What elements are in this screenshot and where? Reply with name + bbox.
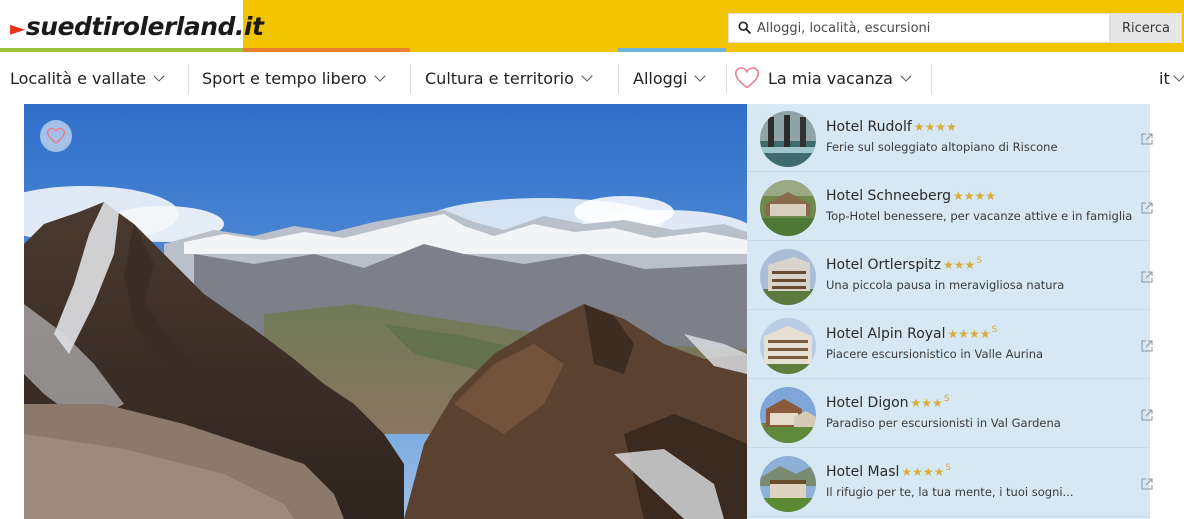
- top-bar: ►suedtirolerland.it Ricerca: [0, 0, 1184, 52]
- hotel-name-text: Hotel Ortlerspitz: [826, 257, 941, 273]
- hotel-superior: S: [991, 325, 998, 335]
- hotel-item[interactable]: Hotel Rudolf ★★★★ Ferie sul soleggiato al…: [747, 104, 1153, 172]
- nav-item-label: Località e vallate: [10, 68, 147, 88]
- hotel-name-text: Hotel Rudolf: [826, 119, 912, 135]
- hotel-name: Hotel Rudolf ★★★★: [826, 118, 958, 135]
- hotel-description: Ferie sul soleggiato altopiano di Riscon…: [826, 140, 1058, 154]
- nav-item-cultura[interactable]: Cultura e territorio: [425, 52, 593, 104]
- language-label: it: [1159, 68, 1170, 88]
- nav-item-sport[interactable]: Sport e tempo libero: [202, 52, 386, 104]
- main-nav: Località e vallate Sport e tempo libero …: [0, 52, 1184, 104]
- hotel-stars: ★★★★: [947, 327, 991, 341]
- hotel-list: Hotel Rudolf ★★★★ Ferie sul soleggiato al…: [747, 104, 1153, 519]
- hotel-description: Una piccola pausa in meravigliosa natura: [826, 278, 1065, 292]
- nav-item-label: Sport e tempo libero: [202, 68, 367, 88]
- hotel-name-text: Hotel Digon: [826, 395, 909, 411]
- search-box: [728, 13, 1110, 43]
- nav-divider: [931, 64, 932, 94]
- nav-divider: [618, 64, 619, 94]
- hotel-item[interactable]: Hotel Masl ★★★★S Il rifugio per te, la tu…: [747, 449, 1153, 517]
- external-link-icon[interactable]: [1140, 270, 1154, 284]
- hotel-stars: ★★★★: [913, 120, 957, 134]
- chevron-down-icon: [1173, 69, 1184, 82]
- hotel-thumbnail: [760, 387, 816, 443]
- hotel-stars: ★★★★: [901, 465, 945, 479]
- language-selector[interactable]: it: [1159, 52, 1184, 104]
- chevron-down-icon: [581, 69, 593, 82]
- site-logo[interactable]: ►suedtirolerland.it: [10, 12, 264, 41]
- nav-item-mia-vacanza[interactable]: La mia vacanza: [734, 52, 912, 104]
- hotel-stars: ★★★: [910, 396, 943, 410]
- search-input[interactable]: [757, 14, 1097, 42]
- hotel-superior: S: [976, 256, 982, 266]
- hotel-superior: S: [943, 394, 950, 404]
- search-button[interactable]: Ricerca: [1110, 13, 1182, 43]
- hero-image[interactable]: [24, 104, 747, 519]
- hotel-description: Piacere escursionistico in Valle Aurina: [826, 347, 1044, 361]
- chevron-down-icon: [694, 69, 707, 82]
- chevron-down-icon: [373, 69, 386, 82]
- hotel-description: Paradiso per escursionisti in Val Garden…: [826, 416, 1061, 430]
- hotel-thumbnail: [760, 249, 816, 305]
- external-link-icon[interactable]: [1140, 339, 1154, 353]
- hotel-stars: ★★★★: [953, 189, 997, 203]
- hotel-item[interactable]: Hotel Ortlerspitz ★★★S Una piccola pausa …: [747, 242, 1153, 310]
- nav-divider: [188, 64, 189, 94]
- hotel-name: Hotel Digon ★★★S: [826, 394, 950, 411]
- hotel-description: Il rifugio per te, la tua mente, i tuoi …: [826, 485, 1074, 499]
- hotel-stars: ★★★: [942, 258, 976, 272]
- hotel-item[interactable]: Hotel Digon ★★★S Paradiso per escursionis…: [747, 380, 1153, 448]
- hotel-thumbnail: [760, 456, 816, 512]
- search-icon: [738, 21, 751, 34]
- nav-item-label: La mia vacanza: [768, 68, 893, 88]
- external-link-icon[interactable]: [1140, 408, 1154, 422]
- hotel-item[interactable]: Hotel Alpin Royal ★★★★S Piacere escursion…: [747, 311, 1153, 379]
- external-link-icon[interactable]: [1140, 132, 1154, 146]
- nav-item-localita[interactable]: Località e vallate: [10, 52, 165, 104]
- external-link-icon[interactable]: [1140, 201, 1154, 215]
- nav-divider: [726, 64, 727, 94]
- hotel-item[interactable]: Hotel Schneeberg ★★★★ Top-Hotel benessere…: [747, 173, 1153, 241]
- hotel-name: Hotel Ortlerspitz ★★★S: [826, 256, 982, 273]
- chevron-down-icon: [900, 69, 912, 82]
- heart-icon: [734, 67, 760, 89]
- hotel-name-text: Hotel Schneeberg: [826, 188, 951, 204]
- hotel-name-text: Hotel Alpin Royal: [826, 326, 946, 342]
- hotel-description: Top-Hotel benessere, per vacanze attive …: [826, 209, 1133, 223]
- logo-area[interactable]: ►suedtirolerland.it: [0, 0, 264, 48]
- nav-item-label: Alloggi: [633, 68, 688, 88]
- hotel-name-text: Hotel Masl: [826, 464, 900, 480]
- nav-item-label: Cultura e territorio: [425, 68, 574, 88]
- favorite-button[interactable]: [40, 120, 72, 152]
- mountain-landscape-image: [24, 104, 747, 519]
- heart-outline-icon: [46, 127, 66, 145]
- hotel-name: Hotel Schneeberg ★★★★: [826, 187, 997, 204]
- logo-arrow-icon: ►: [10, 16, 25, 40]
- hotel-name: Hotel Alpin Royal ★★★★S: [826, 325, 997, 342]
- hotel-thumbnail: [760, 318, 816, 374]
- chevron-down-icon: [153, 69, 165, 82]
- logo-text: suedtirolerland.it: [25, 12, 264, 41]
- nav-item-alloggi[interactable]: Alloggi: [633, 52, 707, 104]
- nav-divider: [410, 64, 411, 94]
- hotel-superior: S: [945, 463, 952, 473]
- hotel-name: Hotel Masl ★★★★S: [826, 463, 951, 480]
- external-link-icon[interactable]: [1140, 477, 1154, 491]
- hotel-thumbnail: [760, 111, 816, 167]
- hotel-thumbnail: [760, 180, 816, 236]
